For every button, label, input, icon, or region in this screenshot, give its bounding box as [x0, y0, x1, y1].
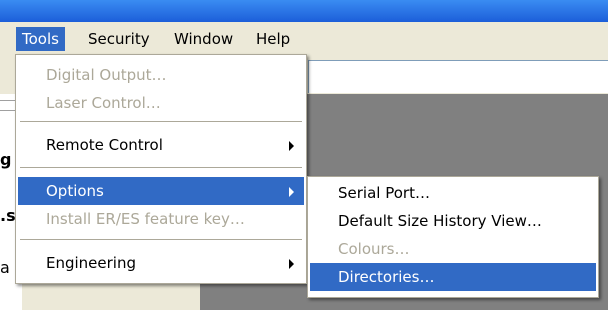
menu-separator: [20, 239, 302, 240]
menu-item-label: Default Size History View…: [338, 212, 542, 230]
background-text-fragment: .s: [0, 206, 16, 225]
menu-item-label: Directories…: [338, 268, 435, 286]
menu-tools[interactable]: Tools: [16, 27, 65, 51]
menu-window[interactable]: Window: [168, 27, 239, 51]
submenu-arrow-icon: [289, 187, 294, 197]
background-input-field[interactable]: [308, 60, 608, 93]
menu-item-engineering[interactable]: Engineering: [18, 249, 304, 277]
menu-item-label: Laser Control…: [46, 94, 161, 112]
menu-item-options[interactable]: Options: [18, 177, 304, 205]
menu-separator: [20, 121, 302, 122]
menu-item-remote-control[interactable]: Remote Control: [18, 131, 304, 159]
menu-security[interactable]: Security: [82, 27, 156, 51]
menu-item-label: Serial Port…: [338, 184, 430, 202]
menu-item-directories[interactable]: Directories…: [310, 263, 596, 291]
menu-item-install-feature-key[interactable]: Install ER/ES feature key…: [18, 205, 304, 233]
tools-menu: Digital Output… Laser Control… Remote Co…: [15, 54, 307, 284]
menu-item-label: Colours…: [338, 240, 410, 258]
menu-item-label: Engineering: [46, 254, 136, 272]
window-title-bar: [0, 0, 608, 22]
menu-item-label: Remote Control: [46, 136, 163, 154]
menu-item-laser-control[interactable]: Laser Control…: [18, 89, 304, 117]
menu-item-default-size-history-view[interactable]: Default Size History View…: [310, 207, 596, 235]
background-text-fragment: a: [0, 258, 10, 277]
menu-bar: Tools Security Window Help: [0, 22, 608, 54]
menu-item-colours[interactable]: Colours…: [310, 235, 596, 263]
submenu-arrow-icon: [289, 259, 294, 269]
menu-separator: [20, 167, 302, 168]
submenu-arrow-icon: [289, 141, 294, 151]
options-submenu: Serial Port… Default Size History View… …: [307, 176, 599, 298]
menu-help[interactable]: Help: [250, 27, 296, 51]
menu-item-label: Install ER/ES feature key…: [46, 210, 245, 228]
menu-item-digital-output[interactable]: Digital Output…: [18, 61, 304, 89]
menu-item-serial-port[interactable]: Serial Port…: [310, 179, 596, 207]
menu-item-label: Digital Output…: [46, 66, 167, 84]
menu-item-label: Options: [46, 182, 104, 200]
background-text-fragment: g: [0, 150, 12, 169]
